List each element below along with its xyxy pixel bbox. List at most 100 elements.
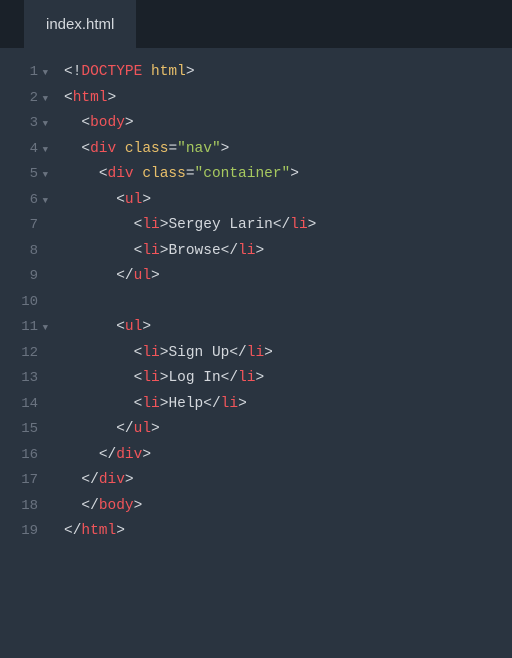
code-line[interactable]: <ul> (64, 188, 512, 214)
line-number: 15 (0, 417, 38, 443)
tab-index-html[interactable]: index.html (24, 0, 136, 48)
code-line[interactable]: <body> (64, 111, 512, 137)
token-attr-val: "container" (195, 166, 291, 182)
code-line[interactable]: <ul> (64, 315, 512, 341)
token-bracket: > (290, 166, 299, 182)
fold-arrow-icon[interactable]: ▼ (43, 316, 48, 342)
token-attr-name: class (125, 141, 169, 157)
token-html-kw: html (151, 64, 186, 80)
code-line[interactable]: <div class="nav"> (64, 137, 512, 163)
line-number: 11▼ (0, 315, 38, 341)
token-text-content: Log In (168, 370, 220, 386)
token-bracket: > (186, 64, 195, 80)
token-bracket: > (238, 396, 247, 412)
token-bracket: > (264, 345, 273, 361)
token-tag-name: li (238, 370, 255, 386)
token-bracket: > (125, 472, 134, 488)
token-tag-name: ul (125, 192, 142, 208)
token-bracket: > (125, 115, 134, 131)
code-line[interactable]: </ul> (64, 417, 512, 443)
code-area[interactable]: <!DOCTYPE html><html> <body> <div class=… (48, 60, 512, 658)
line-number: 3▼ (0, 111, 38, 137)
code-line[interactable]: <li>Help</li> (64, 392, 512, 418)
token-tag-name: html (73, 90, 108, 106)
token-bracket: > (108, 90, 117, 106)
token-tag-name: div (108, 166, 134, 182)
code-editor[interactable]: 1▼2▼3▼4▼5▼6▼7891011▼1213141516171819 <!D… (0, 48, 512, 658)
code-line[interactable] (64, 290, 512, 316)
code-line[interactable]: </div> (64, 443, 512, 469)
token-text-content: Sign Up (168, 345, 229, 361)
code-line[interactable]: </body> (64, 494, 512, 520)
line-number: 1▼ (0, 60, 38, 86)
line-number: 7 (0, 213, 38, 239)
line-gutter: 1▼2▼3▼4▼5▼6▼7891011▼1213141516171819 (0, 60, 48, 658)
line-number: 9 (0, 264, 38, 290)
token-bracket: </ (81, 472, 98, 488)
line-number: 13 (0, 366, 38, 392)
code-line[interactable]: <li>Sign Up</li> (64, 341, 512, 367)
line-number: 8 (0, 239, 38, 265)
token-tag-name: body (99, 498, 134, 514)
code-line[interactable]: <html> (64, 86, 512, 112)
token-bracket: </ (221, 243, 238, 259)
token-attr-eq: = (186, 166, 195, 182)
fold-arrow-icon[interactable]: ▼ (43, 163, 48, 189)
token-tag-name: li (221, 396, 238, 412)
token-bracket: > (142, 447, 151, 463)
token-bracket: < (116, 192, 125, 208)
token-bracket: </ (64, 523, 81, 539)
token-tag-name: ul (125, 319, 142, 335)
fold-arrow-icon[interactable]: ▼ (43, 138, 48, 164)
token-bracket: < (64, 90, 73, 106)
token-bracket: <! (64, 64, 81, 80)
code-line[interactable]: <li>Sergey Larin</li> (64, 213, 512, 239)
token-bracket: </ (99, 447, 116, 463)
token-bracket: </ (116, 421, 133, 437)
token-tag-name: body (90, 115, 125, 131)
fold-arrow-icon[interactable]: ▼ (43, 87, 48, 113)
code-line[interactable]: <!DOCTYPE html> (64, 60, 512, 86)
token-bracket: < (99, 166, 108, 182)
token-bracket: </ (221, 370, 238, 386)
line-number: 18 (0, 494, 38, 520)
tab-label: index.html (46, 16, 114, 33)
fold-arrow-icon[interactable]: ▼ (43, 189, 48, 215)
token-tag-name: div (99, 472, 125, 488)
token-bracket: > (142, 192, 151, 208)
token-bracket: > (255, 370, 264, 386)
line-number: 10 (0, 290, 38, 316)
token-tag-name: div (116, 447, 142, 463)
token-bracket: </ (81, 498, 98, 514)
token-bracket: > (255, 243, 264, 259)
code-line[interactable]: <li>Log In</li> (64, 366, 512, 392)
token-tag-name: li (142, 396, 159, 412)
code-line[interactable]: </ul> (64, 264, 512, 290)
line-number: 2▼ (0, 86, 38, 112)
token-tag-name: li (142, 345, 159, 361)
fold-arrow-icon[interactable]: ▼ (43, 112, 48, 138)
token-tag-name: li (247, 345, 264, 361)
line-number: 4▼ (0, 137, 38, 163)
code-line[interactable]: <li>Browse</li> (64, 239, 512, 265)
token-bracket: </ (273, 217, 290, 233)
token-bracket: > (308, 217, 317, 233)
code-line[interactable]: </div> (64, 468, 512, 494)
token-attr-val: "nav" (177, 141, 221, 157)
line-number: 14 (0, 392, 38, 418)
token-bracket: < (81, 115, 90, 131)
code-line[interactable]: </html> (64, 519, 512, 545)
fold-arrow-icon[interactable]: ▼ (43, 61, 48, 87)
tab-bar: index.html (0, 0, 512, 48)
token-bracket: > (134, 498, 143, 514)
token-doctype-bang: DOCTYPE (81, 64, 142, 80)
token-attr-name: class (142, 166, 186, 182)
token-bracket: </ (116, 268, 133, 284)
token-bracket: < (116, 319, 125, 335)
token-tag-name: li (142, 217, 159, 233)
code-line[interactable]: <div class="container"> (64, 162, 512, 188)
token-tag-name: html (81, 523, 116, 539)
token-tag-name: ul (134, 268, 151, 284)
token-bracket: < (81, 141, 90, 157)
token-bracket: > (151, 421, 160, 437)
